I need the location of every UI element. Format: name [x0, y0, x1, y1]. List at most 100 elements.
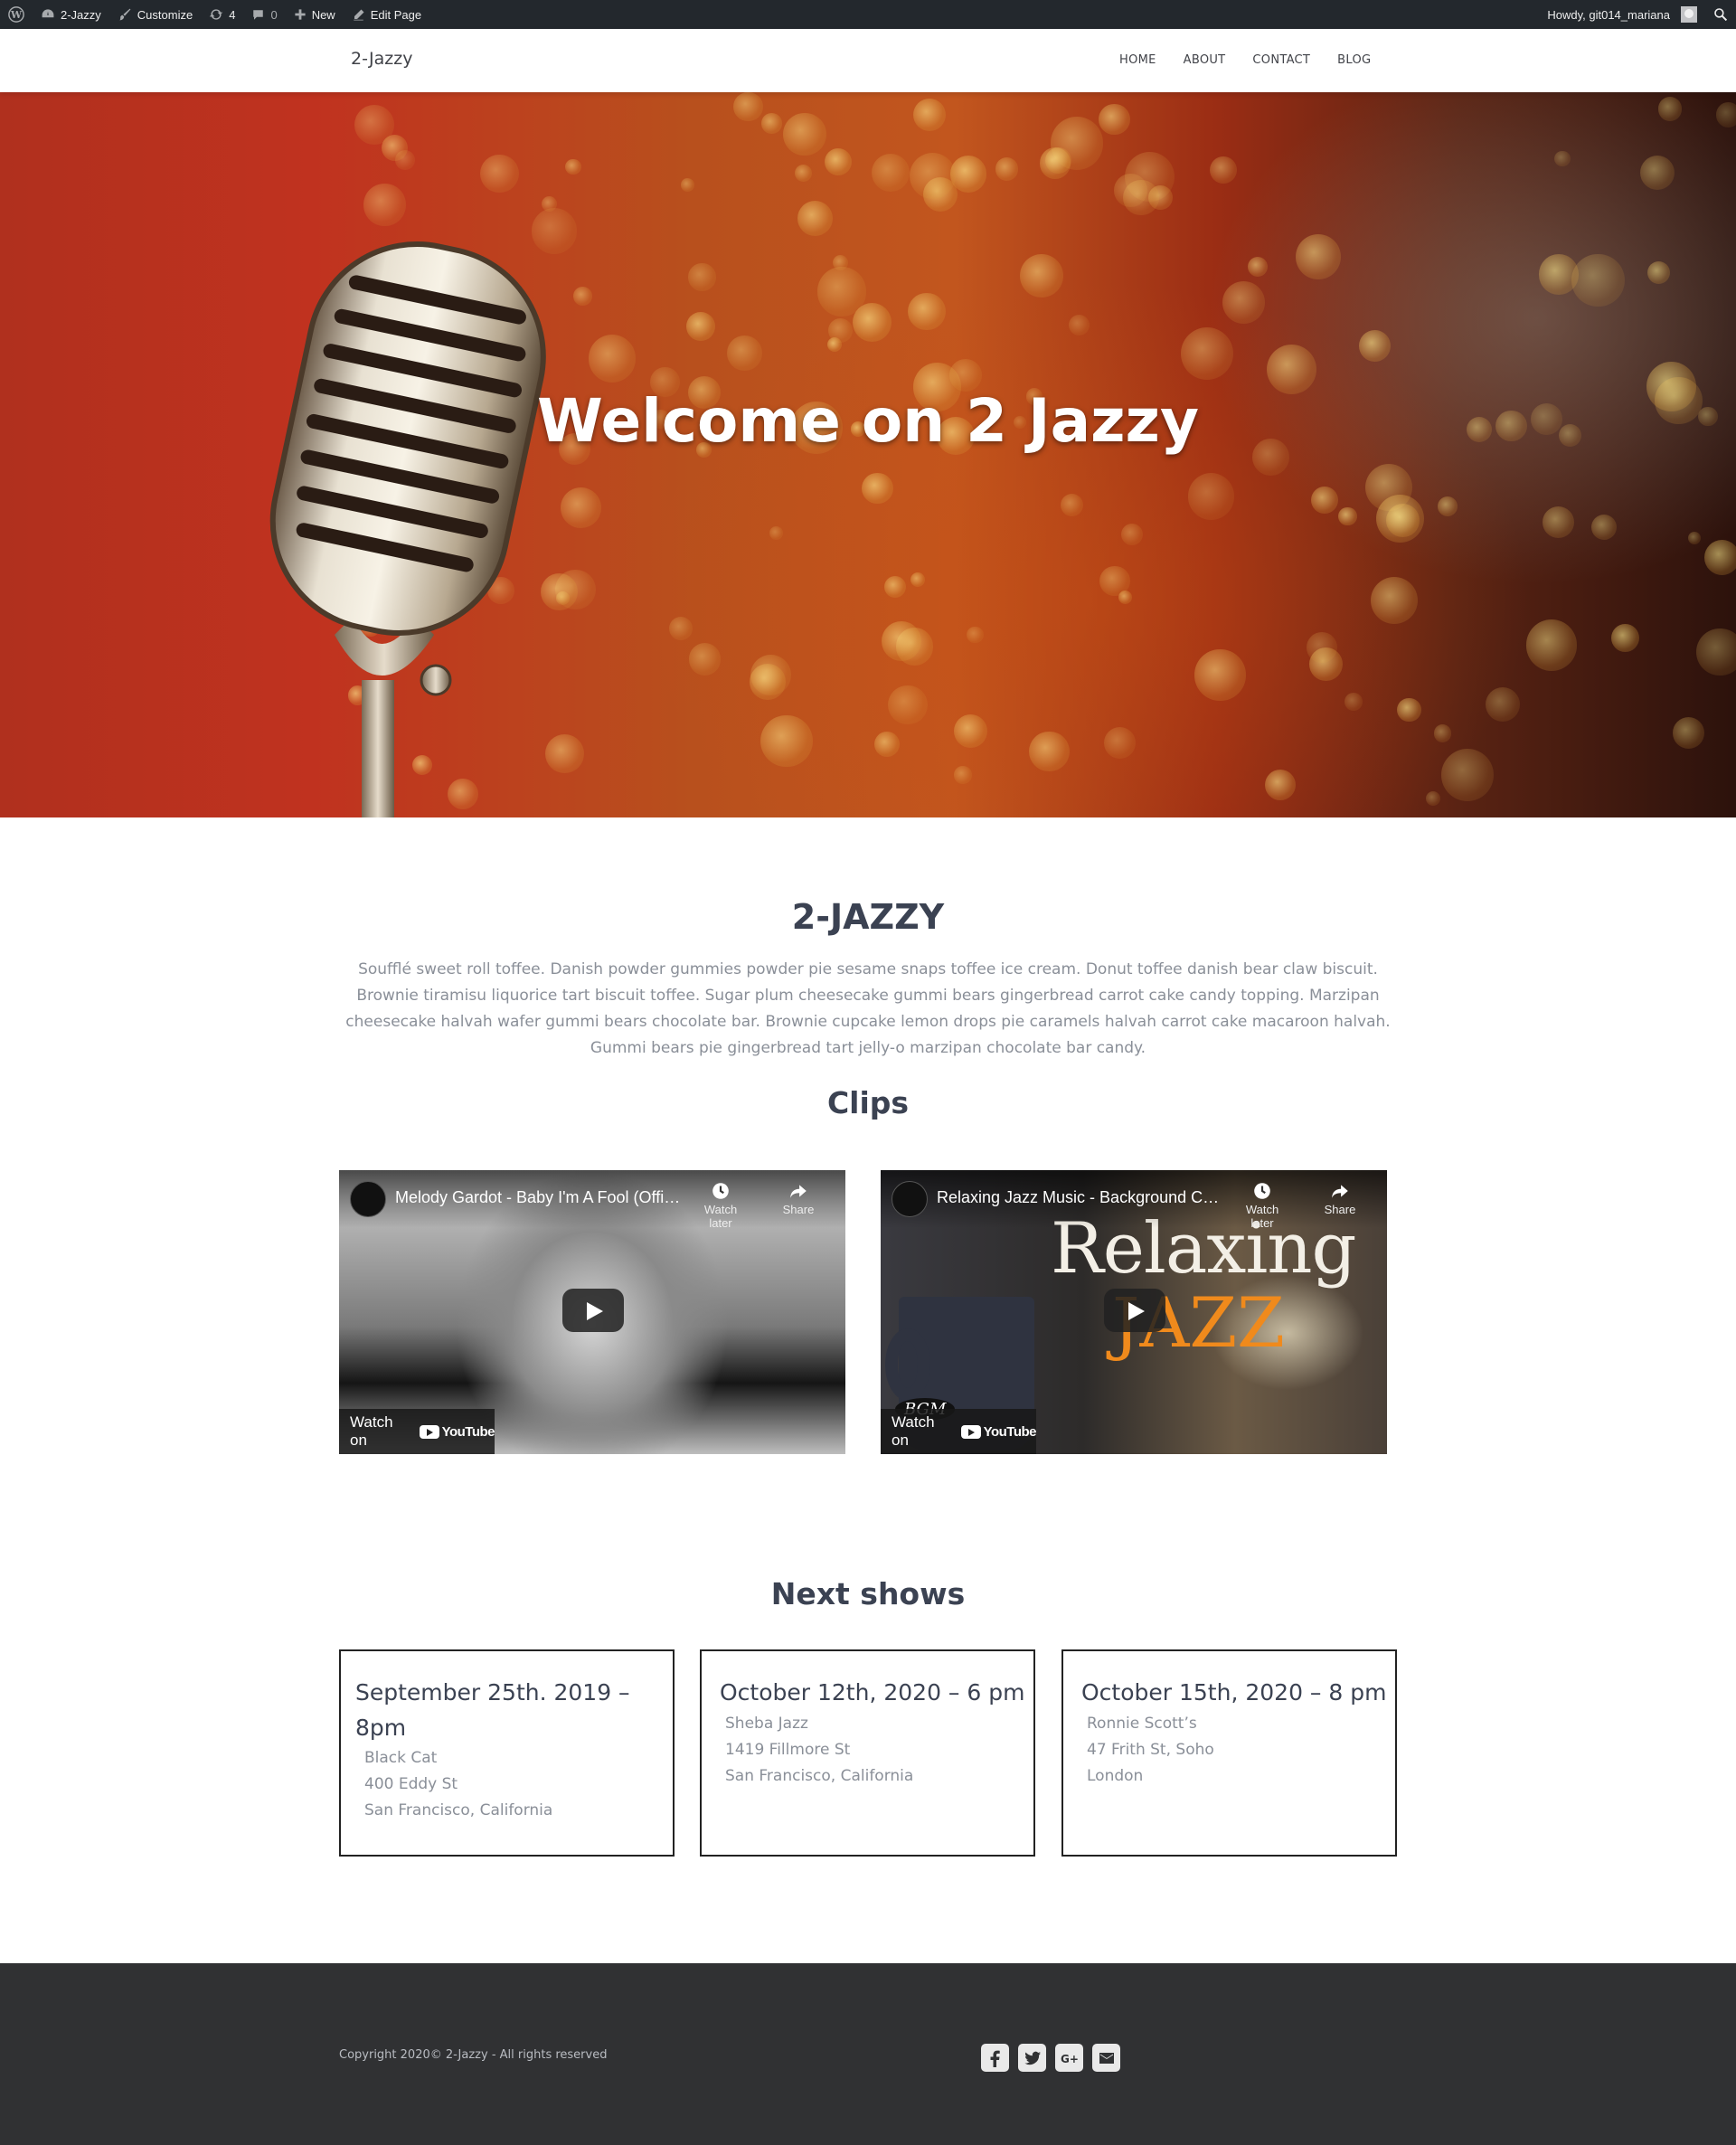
youtube-logo: YouTube	[960, 1423, 1037, 1440]
share-button[interactable]: Share	[771, 1181, 826, 1216]
site-footer: Copyright 2020© 2-Jazzy - All rights res…	[0, 1963, 1736, 2145]
watch-on-youtube-button[interactable]: Watch on YouTube	[339, 1409, 495, 1454]
bokeh-circle	[686, 312, 716, 341]
site-name-label: 2-Jazzy	[61, 7, 101, 22]
bokeh-circle	[1265, 770, 1297, 801]
bokeh-circle	[884, 575, 907, 598]
comments-count: 0	[270, 7, 278, 22]
my-account-menu[interactable]: Howdy, git014_mariana	[1539, 0, 1705, 29]
google-plus-icon[interactable]: G+	[1055, 2044, 1083, 2072]
howdy-label: Howdy, git014_mariana	[1547, 7, 1670, 22]
pencil-icon	[353, 9, 364, 20]
show-card: October 12th, 2020 – 6 pm Sheba Jazz 141…	[700, 1649, 1035, 1857]
nav-about[interactable]: ABOUT	[1184, 53, 1226, 67]
shows-title: Next shows	[770, 1576, 966, 1611]
show-city: San Francisco, California	[364, 1801, 553, 1819]
bokeh-circle	[1344, 692, 1363, 711]
site-brand[interactable]: 2-Jazzy	[351, 49, 412, 69]
youtube-icon	[960, 1424, 981, 1439]
edit-page-label: Edit Page	[370, 7, 422, 22]
bokeh-circle	[1542, 506, 1574, 539]
video-title[interactable]: Relaxing Jazz Music - Background Chill..…	[937, 1188, 1226, 1207]
bokeh-circle	[1441, 748, 1495, 802]
watch-later-button[interactable]: Watch later	[693, 1181, 748, 1230]
channel-avatar[interactable]	[350, 1181, 386, 1217]
facebook-icon[interactable]	[981, 2044, 1009, 2072]
updates-link[interactable]: 4	[201, 0, 243, 29]
admin-bar: W 2-Jazzy Customize 4 0 New Edit Page Ho…	[0, 0, 1736, 29]
bokeh-circle	[953, 714, 987, 749]
bokeh-circle	[874, 731, 900, 757]
bokeh-circle	[1715, 102, 1736, 128]
bokeh-circle	[687, 263, 716, 291]
bokeh-circle	[1525, 619, 1578, 671]
bokeh-circle	[872, 153, 910, 192]
bokeh-circle	[797, 200, 834, 236]
bokeh-circle	[825, 148, 853, 176]
bokeh-circle	[689, 643, 722, 676]
comments-link[interactable]: 0	[243, 0, 285, 29]
share-label: Share	[782, 1203, 815, 1216]
svg-text:W: W	[10, 9, 23, 21]
customize-link[interactable]: Customize	[109, 0, 201, 29]
bokeh-circle	[1118, 590, 1133, 604]
wordpress-icon: W	[8, 6, 24, 23]
paintbrush-icon	[119, 8, 131, 21]
play-button[interactable]	[562, 1289, 624, 1332]
bokeh-circle	[954, 766, 972, 784]
wordpress-logo-menu[interactable]: W	[0, 0, 33, 29]
bokeh-circle	[1647, 261, 1671, 285]
youtube-wordmark: YouTube	[983, 1423, 1037, 1440]
hero-title: Welcome on 2 Jazzy	[537, 386, 1199, 456]
video-embed-relaxing-jazz[interactable]: Relaxing JAZZ BGM Relaxing Jazz Music - …	[881, 1170, 1387, 1454]
bokeh-circle	[1657, 97, 1683, 121]
video-embed-melody-gardot[interactable]: Melody Gardot - Baby I'm A Fool (Offici.…	[339, 1170, 845, 1454]
mug-handle	[885, 1328, 930, 1401]
bokeh-circle	[1222, 280, 1265, 324]
microphone-image	[269, 241, 546, 817]
nav-home[interactable]: HOME	[1119, 53, 1156, 67]
bokeh-circle	[1554, 150, 1571, 167]
bokeh-circle	[862, 473, 893, 505]
bokeh-circle	[1386, 503, 1420, 537]
bokeh-circle	[1338, 506, 1357, 526]
bokeh-circle	[1485, 686, 1521, 723]
bokeh-circle	[354, 105, 394, 146]
bokeh-circle	[1310, 486, 1338, 514]
watch-later-label: Watch later	[703, 1203, 738, 1230]
plus-icon	[295, 9, 306, 20]
new-content-menu[interactable]: New	[286, 0, 344, 29]
bokeh-circle	[1247, 256, 1268, 278]
bokeh-circle	[826, 336, 843, 352]
bokeh-circle	[1123, 179, 1159, 216]
admin-search[interactable]	[1705, 0, 1736, 29]
bokeh-circle	[733, 92, 763, 122]
bokeh-circle	[565, 158, 581, 175]
bokeh-circle	[668, 616, 693, 640]
bokeh-circle	[967, 626, 984, 644]
bokeh-circle	[1433, 724, 1452, 742]
watch-later-button[interactable]: Watch later	[1235, 1181, 1289, 1230]
video-title[interactable]: Melody Gardot - Baby I'm A Fool (Offici.…	[395, 1188, 684, 1207]
bokeh-circle	[1307, 632, 1337, 664]
bokeh-circle	[1571, 253, 1625, 307]
show-date: October 15th, 2020 – 8 pm	[1081, 1679, 1387, 1706]
watch-on-label: Watch on	[892, 1413, 935, 1449]
play-button[interactable]	[1104, 1289, 1165, 1332]
show-date: September 25th. 2019 – 8pm	[355, 1679, 630, 1741]
bokeh-circle	[995, 157, 1019, 181]
email-icon[interactable]	[1092, 2044, 1120, 2072]
site-header: 2-Jazzy HOME ABOUT CONTACT BLOG	[0, 29, 1736, 92]
watch-later-label: Watch later	[1245, 1203, 1279, 1230]
nav-contact[interactable]: CONTACT	[1252, 53, 1310, 67]
nav-blog[interactable]: BLOG	[1337, 53, 1371, 67]
share-label: Share	[1324, 1203, 1356, 1216]
share-button[interactable]: Share	[1313, 1181, 1367, 1216]
twitter-icon[interactable]	[1018, 2044, 1046, 2072]
watch-on-youtube-button[interactable]: Watch on YouTube	[881, 1409, 1037, 1454]
bokeh-circle	[1611, 624, 1640, 653]
site-name-menu[interactable]: 2-Jazzy	[33, 0, 109, 29]
comment-icon	[253, 9, 264, 20]
channel-avatar[interactable]	[892, 1181, 928, 1217]
edit-page-link[interactable]: Edit Page	[344, 0, 429, 29]
